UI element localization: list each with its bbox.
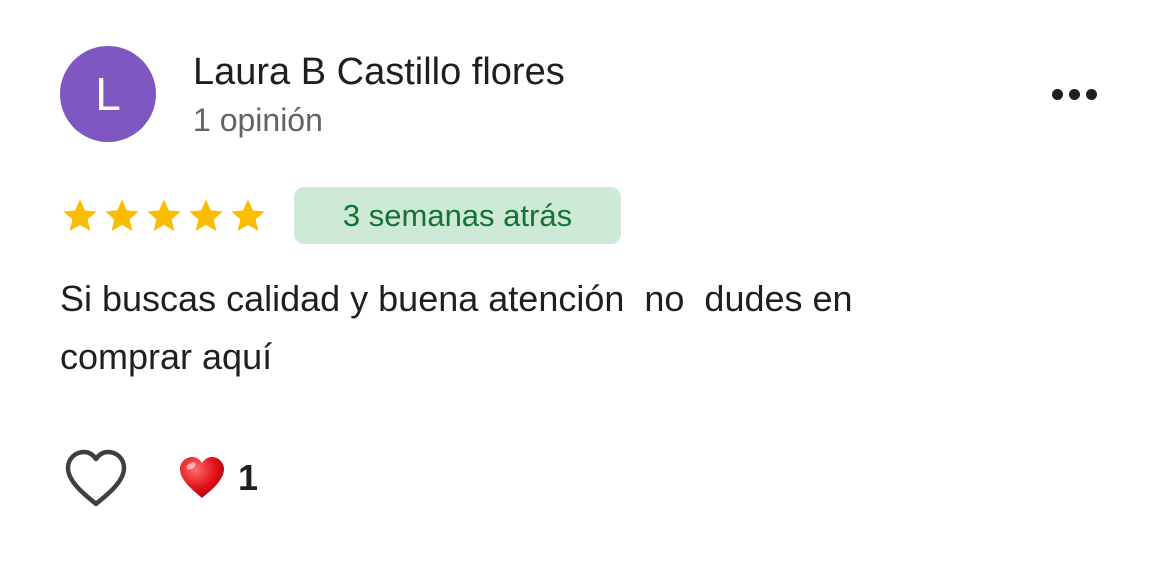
more-horizontal-icon — [1051, 88, 1063, 100]
more-horizontal-icon — [1085, 88, 1097, 100]
star-icon — [60, 196, 100, 236]
star-icon — [102, 196, 142, 236]
more-horizontal-icon — [1068, 88, 1080, 100]
red-heart-icon — [180, 457, 224, 498]
star-icon — [228, 196, 268, 236]
reaction-count: 1 — [238, 457, 259, 498]
author-name[interactable]: Laura B Castillo flores — [193, 48, 565, 96]
reaction-summary[interactable]: 1 — [178, 452, 258, 504]
author-review-count: 1 opinión — [193, 102, 323, 138]
like-button[interactable] — [62, 448, 130, 510]
star-icon — [144, 196, 184, 236]
avatar[interactable]: L — [60, 46, 156, 142]
review-text: Si buscas calidad y buena atención no du… — [60, 278, 853, 377]
time-ago-badge: 3 semanas atrás — [294, 187, 621, 244]
more-options-button[interactable] — [1040, 74, 1108, 114]
star-icon — [186, 196, 226, 236]
star-rating — [60, 194, 268, 238]
heart-outline-icon — [65, 449, 127, 507]
